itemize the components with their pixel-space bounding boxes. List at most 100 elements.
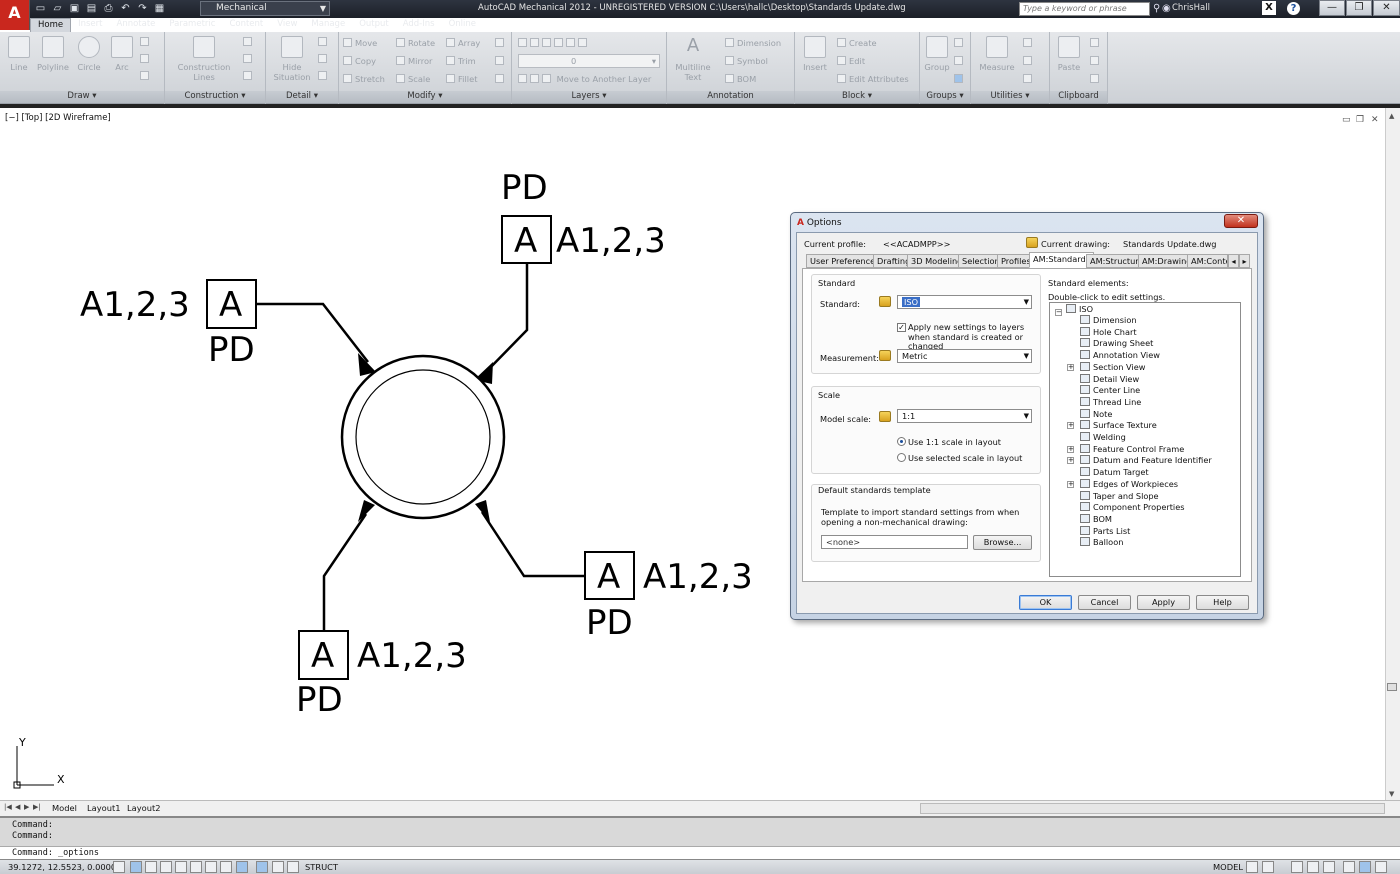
tree-item-parts-list[interactable]: Parts List [1080, 525, 1130, 537]
layout-nav-prev-icon[interactable]: ◀ [15, 803, 20, 811]
tab-layout1[interactable]: Layout1 [87, 803, 120, 813]
ribbon-tab-add-ins[interactable]: Add-Ins [396, 18, 442, 32]
workspace-switch-icon[interactable]: ▦ [153, 3, 166, 15]
rectangle-tool[interactable] [140, 37, 152, 48]
use-11-scale-radio[interactable] [897, 437, 906, 446]
modify-panel-title[interactable]: Modify ▾ [339, 91, 511, 103]
standard-elements-tree[interactable]: − ISO Dimension Hole Chart Drawing Sheet Ann… [1049, 302, 1241, 577]
exchange-icon[interactable]: X [1262, 1, 1276, 15]
expand-icon[interactable]: + [1067, 457, 1074, 465]
ducs-icon[interactable] [236, 861, 248, 873]
otrack-icon[interactable] [220, 861, 232, 873]
infer-constraints-icon[interactable] [113, 861, 125, 873]
group-edit-tool[interactable] [954, 56, 966, 67]
edit-attributes-tool[interactable]: Edit Attributes [837, 74, 909, 85]
tree-item-thread-line[interactable]: Thread Line [1080, 396, 1141, 408]
model-scale-select[interactable]: 1:1 ▼ [897, 409, 1032, 423]
paste-tool[interactable]: Paste [1056, 36, 1082, 72]
scroll-up-icon[interactable]: ▲ [1389, 112, 1394, 120]
tree-item-note[interactable]: Note [1080, 408, 1112, 420]
browse-button[interactable]: Browse... [973, 535, 1032, 550]
tree-item-component-properties[interactable]: Component Properties [1080, 502, 1185, 513]
ribbon-tab-view[interactable]: View [270, 18, 304, 32]
coordinates-readout[interactable]: 39.1272, 12.5523, 0.0000 [8, 862, 116, 872]
toolbar-lock-icon[interactable] [1343, 861, 1355, 873]
utility-1[interactable] [1023, 38, 1035, 49]
viewport-close-icon[interactable]: ✕ [1371, 115, 1379, 125]
ortho-icon[interactable] [160, 861, 172, 873]
move-tool[interactable]: Move [343, 38, 377, 49]
copy-clip-tool[interactable] [1090, 56, 1102, 67]
open-icon[interactable]: ▱ [51, 3, 64, 15]
tree-item-hole-chart[interactable]: Hole Chart [1080, 326, 1137, 338]
vertical-scrollbar[interactable] [1385, 108, 1400, 800]
tree-item-detail-view[interactable]: Detail View [1080, 373, 1139, 385]
dimension-tool[interactable]: Dimension [725, 38, 781, 49]
tree-item-bom[interactable]: BOM [1080, 513, 1112, 525]
boundary-tool[interactable] [140, 71, 152, 82]
help-button[interactable]: Help [1196, 595, 1249, 610]
snap-icon[interactable] [130, 861, 142, 873]
expand-icon[interactable]: + [1067, 480, 1074, 488]
construction-panel-title[interactable]: Construction ▾ [165, 91, 265, 103]
utility-2[interactable] [1023, 56, 1035, 67]
detail-panel-title[interactable]: Detail ▾ [266, 91, 338, 103]
utility-3[interactable] [1023, 74, 1035, 85]
match-properties-tool[interactable] [1090, 74, 1102, 85]
tree-item-dimension[interactable]: Dimension [1080, 315, 1137, 326]
binoculars-icon[interactable]: ⚲ [1153, 3, 1160, 14]
standard-select[interactable]: ISO ▼ [897, 295, 1032, 309]
polar-icon[interactable] [175, 861, 187, 873]
search-input[interactable]: Type a keyword or phrase [1019, 2, 1150, 16]
workspace-select[interactable]: Mechanical ▼ [200, 1, 330, 16]
tree-item-edges-of-workpieces[interactable]: + Edges of Workpieces [1067, 478, 1178, 490]
ungroup-tool[interactable] [954, 38, 966, 49]
edit-tool[interactable]: Edit [837, 56, 865, 67]
copy-tool[interactable]: Copy [343, 56, 376, 67]
minimize-button[interactable]: — [1319, 0, 1345, 16]
circle-tool[interactable]: Circle [74, 36, 104, 72]
new-icon[interactable]: ▭ [34, 3, 47, 15]
move-to-layer-tool[interactable]: Move to Another Layer [518, 74, 651, 85]
ribbon-tab-insert[interactable]: Insert [71, 18, 109, 32]
modify-extra-1[interactable] [495, 38, 507, 49]
hardware-acceleration-icon[interactable] [1359, 861, 1371, 873]
apply-button[interactable]: Apply [1137, 595, 1190, 610]
tab-model[interactable]: Model [52, 803, 77, 813]
draw-panel-title[interactable]: Draw ▾ [0, 91, 164, 103]
lineweight-icon[interactable] [272, 861, 284, 873]
transparency-icon[interactable] [287, 861, 299, 873]
ribbon-tab-content[interactable]: Content [222, 18, 270, 32]
symbol-tool[interactable]: Symbol [725, 56, 768, 67]
tree-item-feature-control-frame[interactable]: + Feature Control Frame [1067, 443, 1184, 455]
detail-option-3[interactable] [318, 71, 330, 82]
isolate-objects-icon[interactable] [1375, 861, 1387, 873]
line-tool[interactable]: Line [6, 36, 32, 72]
groups-panel-title[interactable]: Groups ▾ [920, 91, 970, 103]
tree-item-datum-target[interactable]: Datum Target [1080, 467, 1149, 478]
horizontal-scrollbar[interactable] [920, 803, 1385, 814]
layout-nav-first-icon[interactable]: |◀ [4, 803, 12, 811]
tree-item-drawing-sheet[interactable]: Drawing Sheet [1080, 338, 1153, 349]
help-icon[interactable]: ? [1287, 2, 1300, 15]
dialog-close-button[interactable]: ✕ [1224, 214, 1258, 228]
annotation-scale-icon[interactable] [1307, 861, 1319, 873]
collapse-icon[interactable]: − [1055, 309, 1062, 316]
struct-toggle[interactable]: STRUCT [305, 862, 338, 872]
multiline-text-tool[interactable]: A Multiline Text [673, 36, 713, 83]
undo-icon[interactable]: ↶ [119, 3, 132, 15]
stretch-tool[interactable]: Stretch [343, 74, 385, 85]
layout-nav-last-icon[interactable]: ▶| [33, 803, 41, 811]
polyline-tool[interactable]: Polyline [36, 36, 70, 72]
use-selected-scale-radio[interactable] [897, 453, 906, 462]
rotate-tool[interactable]: Rotate [396, 38, 435, 49]
application-menu-button[interactable]: A [0, 0, 30, 30]
tree-item-section-view[interactable]: + Section View [1067, 361, 1145, 373]
save-icon[interactable]: ▣ [68, 3, 81, 15]
detail-option-1[interactable] [318, 37, 330, 48]
ribbon-tab-manage[interactable]: Manage [304, 18, 352, 32]
bom-tool[interactable]: BOM [725, 74, 756, 85]
construction-lines-tool[interactable]: Construction Lines [175, 36, 233, 82]
close-button[interactable]: ✕ [1373, 0, 1400, 16]
ok-button[interactable]: OK [1019, 595, 1072, 610]
